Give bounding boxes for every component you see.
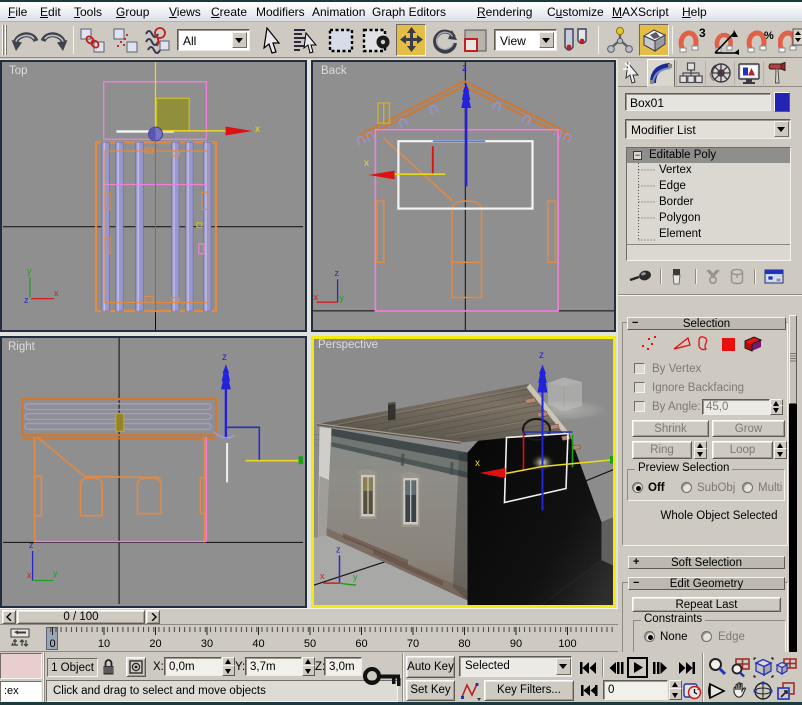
svg-text:%: % [764, 30, 774, 42]
svg-text:y: y [353, 572, 358, 582]
svg-text:80: 80 [458, 638, 470, 650]
svg-text:50: 50 [304, 638, 316, 650]
svg-text:z: z [336, 544, 341, 554]
svg-text:y: y [27, 266, 32, 276]
svg-text:z: z [222, 352, 227, 363]
svg-text:x: x [320, 571, 325, 581]
svg-text:20: 20 [149, 638, 161, 650]
svg-text:3: 3 [699, 27, 706, 40]
svg-text:z: z [462, 63, 467, 74]
svg-text:x: x [364, 158, 369, 169]
svg-text:40: 40 [252, 638, 264, 650]
svg-text:z: z [539, 350, 544, 361]
svg-text:y: y [53, 568, 58, 578]
svg-text:x: x [314, 292, 319, 302]
svg-text:100: 100 [558, 638, 576, 650]
svg-text:90: 90 [510, 638, 522, 650]
svg-text:70: 70 [407, 638, 419, 650]
svg-text:z: z [29, 540, 34, 550]
svg-text:x: x [27, 570, 32, 580]
svg-text:z: z [335, 268, 340, 278]
svg-text:y: y [340, 293, 345, 303]
svg-text:30: 30 [201, 638, 213, 650]
svg-text:60: 60 [355, 638, 367, 650]
svg-text:x: x [475, 458, 480, 469]
svg-text:x: x [54, 288, 59, 298]
svg-text:x: x [255, 124, 260, 135]
svg-text:10: 10 [98, 638, 110, 650]
svg-text:0: 0 [49, 638, 55, 650]
svg-text:z: z [24, 295, 29, 305]
